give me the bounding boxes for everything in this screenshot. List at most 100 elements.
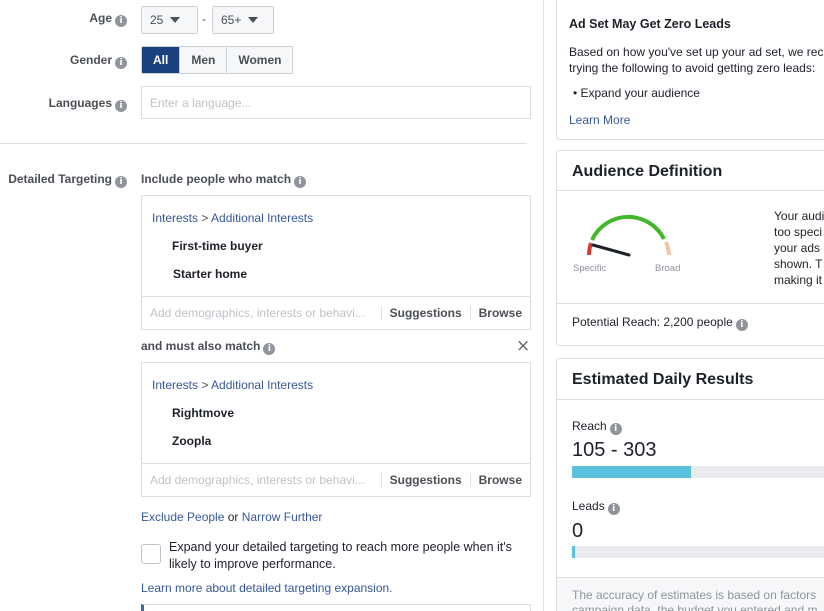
- learn-more-link[interactable]: Learn More: [569, 113, 630, 127]
- targeting-tag[interactable]: First-time buyer: [172, 239, 263, 253]
- targeting-search-row: Add demographics, interests or behavi...…: [142, 463, 530, 496]
- daily-results-title: Estimated Daily Results: [572, 371, 754, 388]
- gender-label: Gender i: [0, 53, 127, 69]
- gauge-specific-segment: [587, 242, 593, 256]
- detailed-targeting-label: Detailed Targeting i: [0, 172, 127, 188]
- gauge-broad-segment: [664, 241, 671, 256]
- gauge-needle: [591, 243, 631, 257]
- gender-all-button[interactable]: All: [142, 47, 181, 73]
- warning-bullet-text: Expand your audience: [580, 86, 700, 100]
- breadcrumb-interests[interactable]: Interests: [152, 211, 198, 225]
- browse-button[interactable]: Browse: [469, 306, 530, 320]
- narrow-further-link[interactable]: Narrow Further: [242, 510, 323, 524]
- leads-bar-track: [572, 546, 824, 558]
- must-match-targeting-box: Interests > Additional Interests Rightmo…: [141, 362, 531, 497]
- leads-bar-fill: [572, 546, 575, 558]
- targeting-search-input[interactable]: Add demographics, interests or behavi...: [142, 306, 381, 320]
- breadcrumb: Interests > Additional Interests: [152, 211, 313, 225]
- potential-reach-label: Potential Reach:: [572, 315, 661, 329]
- info-icon[interactable]: i: [115, 176, 127, 188]
- warning-bullet: • Expand your audience: [573, 86, 700, 100]
- suggestions-button[interactable]: Suggestions: [380, 473, 470, 487]
- gauge-broad-label: Broad: [655, 263, 681, 274]
- language-input-placeholder: Enter a language...: [150, 95, 252, 110]
- gender-women-button[interactable]: Women: [227, 47, 293, 73]
- estimate-footer: The accuracy of estimates is based on fa…: [557, 577, 824, 611]
- breadcrumb-sep: >: [198, 378, 212, 392]
- age-label: Age i: [0, 11, 127, 27]
- breadcrumb-sep: >: [198, 211, 212, 225]
- breadcrumb-additional-interests[interactable]: Additional Interests: [211, 378, 313, 392]
- potential-reach: Potential Reach: 2,200 people i: [572, 315, 748, 331]
- expand-targeting-text: Expand your detailed targeting to reach …: [169, 540, 512, 571]
- browse-button[interactable]: Browse: [469, 473, 530, 487]
- info-icon[interactable]: i: [609, 423, 622, 435]
- audience-title: Audience Definition: [572, 163, 723, 180]
- audience-definition-card: Audience Definition Specific Broad Your …: [556, 150, 824, 346]
- info-icon[interactable]: i: [294, 176, 307, 188]
- age-min-value: 25: [150, 13, 164, 27]
- info-icon[interactable]: i: [115, 15, 127, 27]
- reach-value: 105 - 303: [572, 439, 657, 461]
- suggestions-button[interactable]: Suggestions: [380, 306, 470, 320]
- reach-label: Reach i: [572, 419, 622, 435]
- gender-label-text: Gender: [69, 53, 112, 67]
- must-match-title-text: and must also match: [141, 339, 261, 353]
- info-icon[interactable]: i: [263, 343, 276, 355]
- or-text: or: [224, 510, 242, 524]
- leads-label-text: Leads: [572, 499, 605, 513]
- breadcrumb-interests[interactable]: Interests: [152, 378, 198, 392]
- age-max-select[interactable]: 65+: [212, 6, 274, 34]
- potential-reach-value: 2,200 people: [663, 315, 733, 329]
- estimated-daily-results-card: Estimated Daily Results Reach i 105 - 303…: [556, 358, 824, 611]
- chevron-down-icon: [170, 17, 181, 23]
- audience-explanation: Your audi too speci your ads shown. T ma…: [774, 209, 824, 287]
- detailed-targeting-label-text: Detailed Targeting: [8, 172, 112, 186]
- age-label-text: Age: [89, 11, 112, 25]
- info-icon[interactable]: i: [735, 319, 748, 331]
- warning-card: Ad Set May Get Zero Leads Based on how y…: [556, 0, 824, 140]
- targeting-tag[interactable]: Rightmove: [172, 406, 234, 420]
- reach-bar-track: [572, 466, 824, 478]
- language-input[interactable]: Enter a language...: [141, 86, 531, 119]
- age-min-select[interactable]: 25: [141, 6, 198, 34]
- close-icon[interactable]: ×: [516, 337, 530, 355]
- breadcrumb: Interests > Additional Interests: [152, 378, 313, 392]
- reach-label-text: Reach: [572, 419, 607, 433]
- info-icon[interactable]: i: [115, 100, 127, 112]
- warning-body: Based on how you've set up your ad set, …: [569, 45, 824, 75]
- info-icon[interactable]: i: [115, 57, 127, 69]
- breadcrumb-additional-interests[interactable]: Additional Interests: [211, 211, 313, 225]
- leads-value: 0: [572, 520, 584, 542]
- next-section-card: [141, 604, 531, 611]
- card-divider: [557, 303, 824, 304]
- age-max-value: 65+: [221, 13, 242, 27]
- reach-bar-fill: [572, 466, 691, 478]
- chevron-down-icon: [248, 17, 259, 23]
- age-separator: -: [202, 12, 206, 26]
- info-icon[interactable]: i: [607, 503, 620, 515]
- estimate-footer-text: The accuracy of estimates is based on fa…: [572, 588, 818, 611]
- card-divider: [557, 399, 824, 400]
- exclude-narrow-row: Exclude People or Narrow Further: [141, 510, 322, 524]
- audience-gauge: [587, 214, 671, 257]
- include-title: Include people who match i: [141, 172, 307, 188]
- expand-targeting-checkbox[interactable]: [141, 544, 161, 564]
- gauge-middle-segment: [590, 214, 666, 241]
- gender-men-button[interactable]: Men: [180, 47, 228, 73]
- targeting-tag[interactable]: Zoopla: [172, 434, 211, 448]
- learn-more-expansion-link[interactable]: Learn more about detailed targeting expa…: [141, 581, 393, 595]
- targeting-tag[interactable]: Starter home: [173, 267, 247, 281]
- languages-label-text: Languages: [48, 96, 112, 110]
- include-targeting-box: Interests > Additional Interests First-t…: [141, 195, 531, 330]
- gauge-specific-label: Specific: [573, 263, 607, 274]
- languages-label: Languages i: [0, 96, 127, 112]
- gender-toggle: All Men Women: [141, 46, 294, 74]
- card-divider: [557, 190, 824, 191]
- targeting-search-input[interactable]: Add demographics, interests or behavi...: [142, 473, 381, 487]
- targeting-search-row: Add demographics, interests or behavi...…: [142, 296, 530, 329]
- exclude-people-link[interactable]: Exclude People: [141, 510, 224, 524]
- column-divider: [543, 0, 544, 611]
- include-title-text: Include people who match: [141, 172, 292, 186]
- leads-label: Leads i: [572, 499, 620, 515]
